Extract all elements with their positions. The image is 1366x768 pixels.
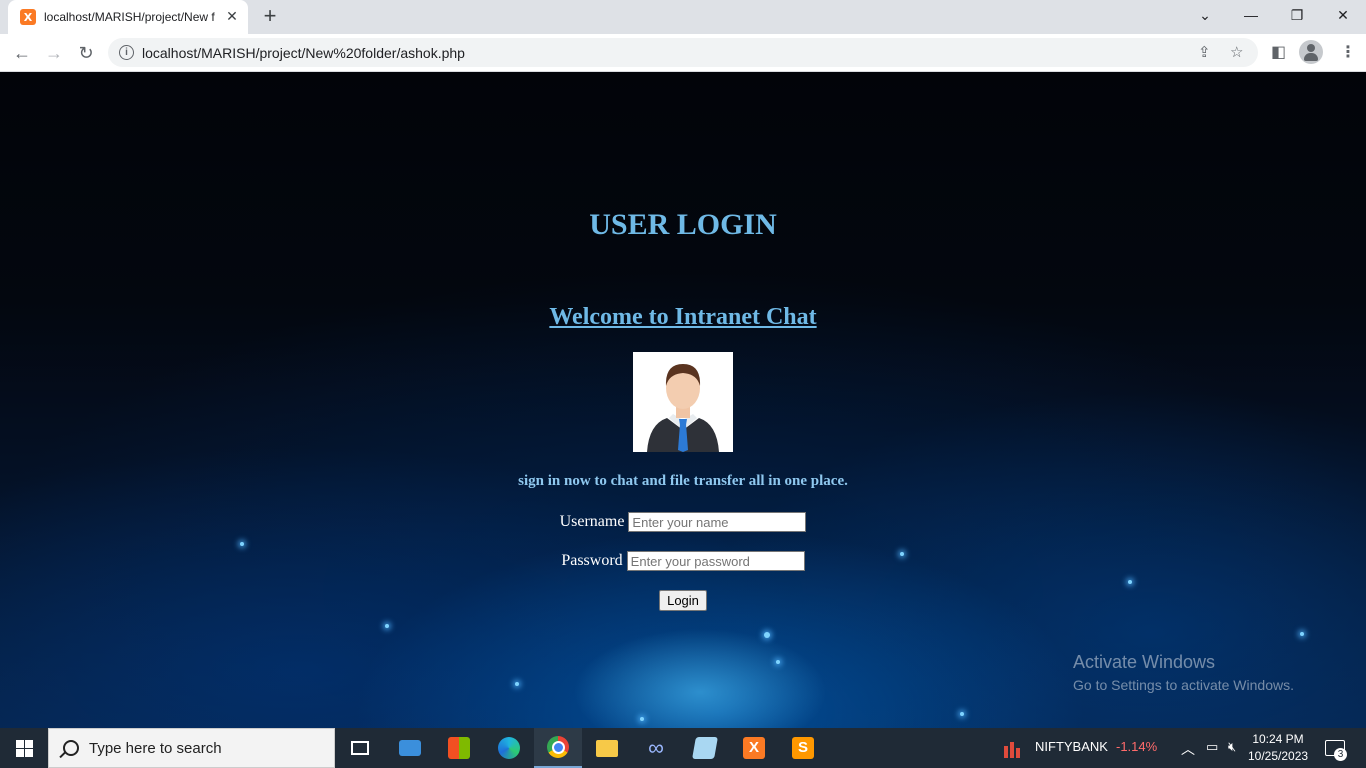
profile-avatar-icon[interactable] xyxy=(1299,40,1323,64)
sparkle xyxy=(776,660,780,664)
user-avatar-image xyxy=(633,352,733,452)
minimize-button[interactable]: — xyxy=(1228,0,1274,30)
url-text[interactable]: localhost/MARISH/project/New%20folder/as… xyxy=(142,45,465,61)
clock-date: 10/25/2023 xyxy=(1248,749,1309,763)
new-tab-button[interactable]: + xyxy=(258,5,282,29)
tab-search-chevron-icon[interactable]: ⌄ xyxy=(1182,0,1228,30)
notification-badge: 3 xyxy=(1334,748,1347,761)
sublime-text-icon[interactable]: S xyxy=(779,728,827,768)
sparkle xyxy=(1300,632,1304,636)
side-panel-icon[interactable]: ◧ xyxy=(1271,42,1286,62)
clock-time: 10:24 PM xyxy=(1252,732,1304,746)
edge-icon[interactable] xyxy=(485,728,533,768)
reload-icon[interactable]: ↻ xyxy=(73,40,99,66)
sparkle xyxy=(385,624,389,628)
chevron-up-icon[interactable]: ︿ xyxy=(1181,739,1195,759)
volume-muted-icon[interactable]: 🔇︎ xyxy=(1228,739,1236,755)
windows-start-icon[interactable] xyxy=(0,728,48,768)
sparkle xyxy=(960,712,964,716)
sparkle xyxy=(1128,580,1132,584)
username-input[interactable] xyxy=(628,512,807,532)
page-background: USER LOGIN Welcome to Intranet Chat sign… xyxy=(0,72,1366,728)
stock-name[interactable]: NIFTYBANK xyxy=(1035,739,1108,754)
file-explorer-icon[interactable] xyxy=(583,728,631,768)
tab-close-icon[interactable]: ✕ xyxy=(224,8,240,24)
infinity-app-icon[interactable]: ∞ xyxy=(632,728,680,768)
browser-tab-strip: X localhost/MARISH/project/New f ✕ + ⌄ —… xyxy=(0,0,1366,34)
welcome-heading: Welcome to Intranet Chat xyxy=(549,304,817,330)
close-window-button[interactable]: ✕ xyxy=(1320,0,1366,30)
xampp-icon[interactable]: X xyxy=(730,728,778,768)
mail-icon[interactable] xyxy=(386,728,434,768)
chrome-icon[interactable] xyxy=(534,728,582,768)
system-clock[interactable]: 10:24 PM 10/25/2023 xyxy=(1248,731,1308,765)
share-icon[interactable]: ⇪ xyxy=(1198,43,1211,61)
login-button[interactable]: Login xyxy=(659,590,707,611)
username-row: Username xyxy=(0,512,1366,532)
password-input[interactable] xyxy=(626,551,805,571)
stock-chart-icon[interactable] xyxy=(1003,738,1025,758)
forward-arrow-icon[interactable]: → xyxy=(41,40,67,66)
search-icon xyxy=(63,740,79,756)
password-row: Password xyxy=(0,551,1366,571)
page-title: USER LOGIN xyxy=(589,208,777,241)
xampp-favicon-icon: X xyxy=(20,9,36,25)
taskbar-search-box[interactable]: Type here to search xyxy=(48,728,335,768)
sparkle xyxy=(240,542,244,546)
activate-windows-title: Activate Windows xyxy=(1073,652,1216,672)
notepad-icon[interactable] xyxy=(681,728,729,768)
activate-windows-subtitle: Go to Settings to activate Windows. xyxy=(1073,677,1294,693)
password-label: Password xyxy=(561,552,623,569)
windows-taskbar: Type here to search ∞ X S NIFTYBANK -1.1… xyxy=(0,728,1366,768)
search-placeholder: Type here to search xyxy=(89,740,222,757)
microsoft-store-icon[interactable] xyxy=(435,728,483,768)
task-view-icon[interactable] xyxy=(336,728,384,768)
bookmark-star-icon[interactable]: ☆ xyxy=(1230,43,1243,61)
site-info-icon[interactable]: i xyxy=(119,45,134,60)
stock-change[interactable]: -1.14% xyxy=(1116,739,1157,754)
browser-tab[interactable]: X localhost/MARISH/project/New f ✕ xyxy=(8,0,248,34)
network-icon[interactable]: ▭ xyxy=(1206,739,1218,755)
tab-title: localhost/MARISH/project/New f xyxy=(44,10,215,24)
username-label: Username xyxy=(559,513,625,530)
restore-button[interactable]: ❐ xyxy=(1274,0,1320,30)
menu-dots-icon[interactable]: ⋮ xyxy=(1340,42,1356,62)
sparkle xyxy=(515,682,519,686)
browser-toolbar: ← → ↻ i localhost/MARISH/project/New%20f… xyxy=(0,34,1366,72)
address-bar[interactable]: i localhost/MARISH/project/New%20folder/… xyxy=(108,38,1258,67)
back-arrow-icon[interactable]: ← xyxy=(9,40,35,66)
sparkle xyxy=(764,632,770,638)
sparkle xyxy=(640,717,644,721)
tagline: sign in now to chat and file transfer al… xyxy=(518,473,848,489)
